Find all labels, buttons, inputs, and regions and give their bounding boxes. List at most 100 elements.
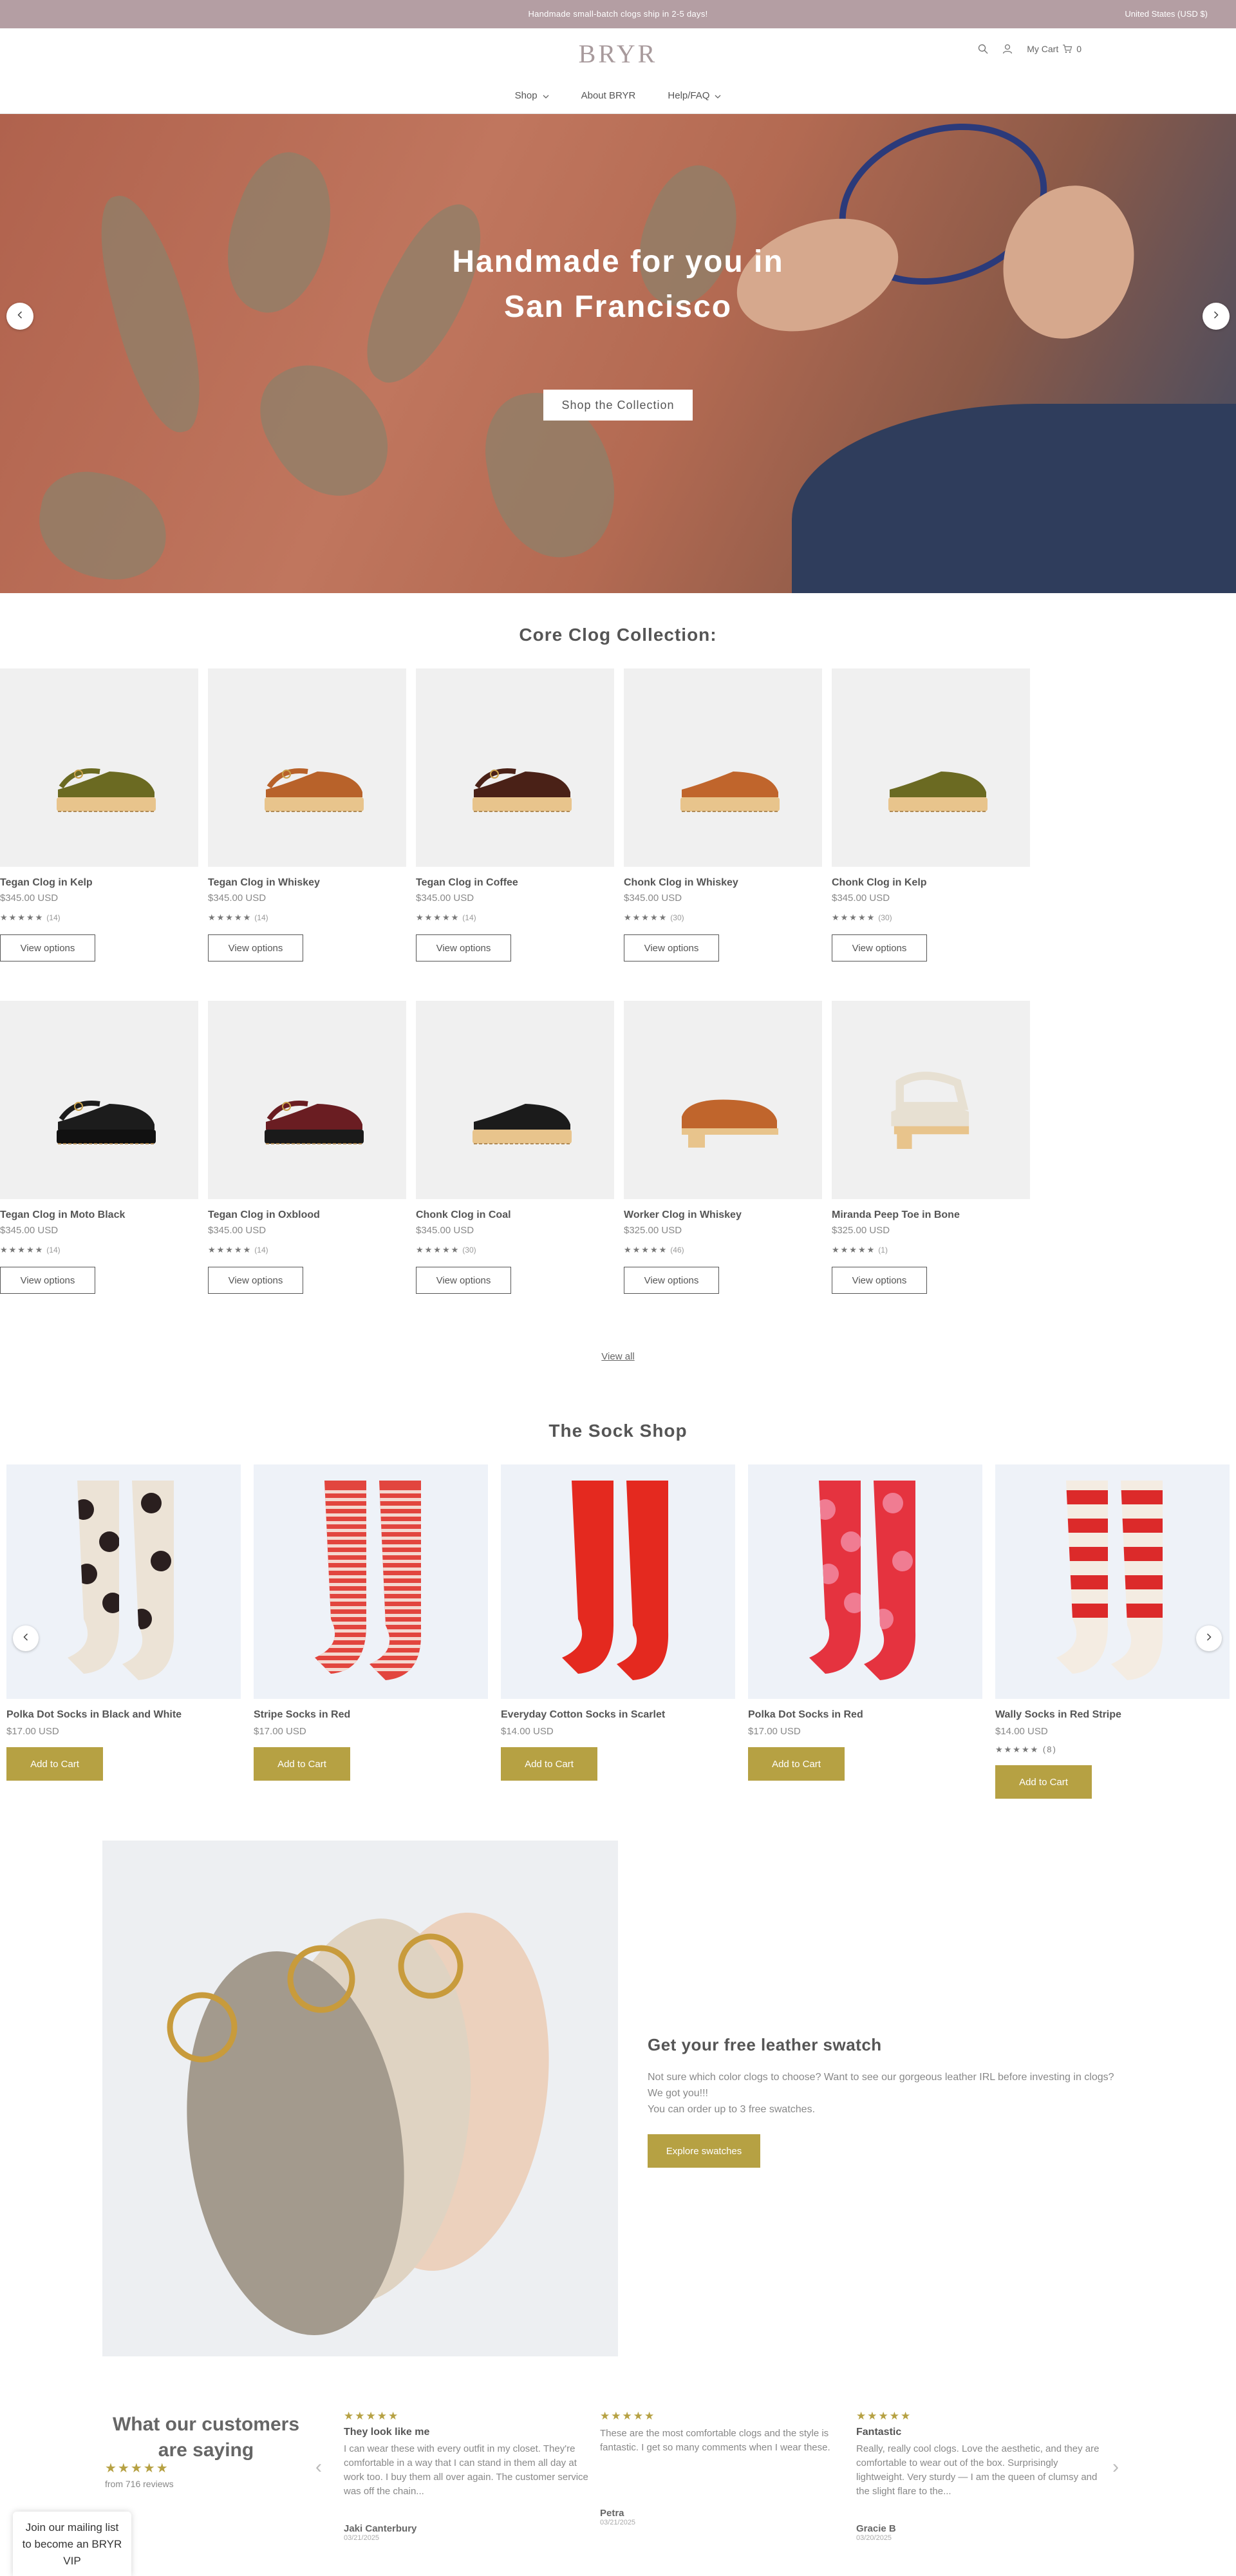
add-to-cart-button[interactable]: Add to Cart [254,1747,350,1781]
sock-name[interactable]: Stripe Socks in Red [254,1709,488,1721]
add-to-cart-button[interactable]: Add to Cart [501,1747,597,1781]
explore-swatches-button[interactable]: Explore swatches [648,2134,760,2168]
product-rating: ★★★★★ (46) [624,1245,822,1255]
cart-link[interactable]: My Cart 0 [1027,44,1082,54]
review-title: Fantastic [856,2427,902,2438]
review-count: (14) [462,913,476,922]
product-image[interactable] [832,1001,1030,1199]
sock-name[interactable]: Everyday Cotton Socks in Scarlet [501,1709,735,1721]
view-options-button[interactable]: View options [0,1267,95,1294]
product-image[interactable] [416,1001,614,1199]
product-name[interactable]: Miranda Peep Toe in Bone [832,1209,1030,1221]
mailing-list-tab[interactable]: Join our mailing list to become an BRYR … [13,2512,131,2576]
sock-card[interactable]: Polka Dot Socks in Black and White $17.0… [6,1464,241,1781]
hero-next-button[interactable] [1203,303,1230,330]
sock-image[interactable] [254,1464,488,1699]
product-name[interactable]: Tegan Clog in Whiskey [208,877,406,889]
nav-about[interactable]: About BRYR [581,90,636,101]
sock-image[interactable] [501,1464,735,1699]
nav-help[interactable]: Help/FAQ [668,90,721,101]
product-name[interactable]: Tegan Clog in Kelp [0,877,198,889]
product-image[interactable] [416,668,614,867]
review-author: Petra [600,2508,624,2519]
product-name[interactable]: Tegan Clog in Oxblood [208,1209,406,1221]
sock-card[interactable]: Wally Socks in Red Stripe $14.00 USD ★★★… [995,1464,1230,1799]
shop-collection-button[interactable]: Shop the Collection [543,390,693,421]
sock-name[interactable]: Polka Dot Socks in Red [748,1709,982,1721]
review-card: ★★★★★ They look like me I can wear these… [344,2410,588,2542]
currency-selector[interactable]: United States (USD $) [1125,9,1208,19]
account-icon[interactable] [1002,44,1013,54]
product-name[interactable]: Worker Clog in Whiskey [624,1209,822,1221]
product-card[interactable]: Worker Clog in Whiskey $325.00 USD ★★★★★… [624,1001,822,1294]
swatch-promo: Get your free leather swatch Not sure wh… [648,2035,1124,2168]
sock-card[interactable]: Stripe Socks in Red $17.00 USD Add to Ca… [254,1464,488,1781]
view-options-button[interactable]: View options [416,1267,511,1294]
product-name[interactable]: Chonk Clog in Whiskey [624,877,822,889]
add-to-cart-button[interactable]: Add to Cart [995,1765,1092,1799]
chevron-right-icon [1206,1633,1212,1644]
product-image[interactable] [624,668,822,867]
product-card[interactable]: Chonk Clog in Whiskey $345.00 USD ★★★★★(… [624,668,822,961]
product-card[interactable]: Chonk Clog in Coal $345.00 USD ★★★★★ (30)… [416,1001,614,1294]
nav-shop[interactable]: Shop [515,90,549,101]
view-options-button[interactable]: View options [0,934,95,961]
review-count: (46) [670,1245,684,1255]
rating-stars: ★★★★★ [624,913,668,922]
reviews-prev-button[interactable]: ‹ [315,2456,322,2478]
view-options-button[interactable]: View options [208,1267,303,1294]
product-image[interactable] [624,1001,822,1199]
hero-prev-button[interactable] [6,303,33,330]
product-rating: ★★★★★ (14) [208,1245,406,1255]
view-options-button[interactable]: View options [832,1267,927,1294]
search-icon[interactable] [978,44,988,54]
product-name[interactable]: Tegan Clog in Coffee [416,877,614,889]
product-image[interactable] [208,668,406,867]
rating-stars: ★★★★★ [416,913,460,922]
announcement-text: Handmade small-batch clogs ship in 2-5 d… [528,9,708,19]
product-image[interactable] [832,668,1030,867]
rating-stars: ★★★★★ [0,1245,44,1255]
sock-prev-button[interactable] [13,1625,39,1651]
sock-image[interactable] [995,1464,1230,1699]
sock-next-button[interactable] [1196,1625,1222,1651]
nav-about-label: About BRYR [581,90,636,101]
product-name[interactable]: Chonk Clog in Coal [416,1209,614,1221]
rating-stars: ★★★★★ [208,913,252,922]
product-image[interactable] [0,1001,198,1199]
rating-stars: ★★★★★ [856,2410,912,2422]
product-image[interactable] [0,668,198,867]
cart-icon [1062,44,1072,53]
product-card[interactable]: Tegan Clog in Coffee $345.00 USD ★★★★★ (1… [416,668,614,961]
view-options-button[interactable]: View options [832,934,927,961]
product-card[interactable]: Tegan Clog in Whiskey $345.00 USD ★★★★★(… [208,668,406,961]
view-options-button[interactable]: View options [624,934,719,961]
hero-banner: Handmade for you in San Francisco Shop t… [0,114,1236,593]
sock-name[interactable]: Polka Dot Socks in Black and White [6,1709,241,1721]
product-image[interactable] [208,1001,406,1199]
product-card[interactable]: Miranda Peep Toe in Bone $325.00 USD ★★★… [832,1001,1030,1294]
view-all-link[interactable]: View all [0,1351,1236,1362]
reviews-next-button[interactable]: › [1112,2456,1119,2478]
sock-card[interactable]: Polka Dot Socks in Red $17.00 USD Add to… [748,1464,982,1781]
hero-leather-cutout [30,464,176,589]
sock-card[interactable]: Everyday Cotton Socks in Scarlet $14.00 … [501,1464,735,1781]
nav-help-label: Help/FAQ [668,90,710,101]
product-card[interactable]: Chonk Clog in Kelp $345.00 USD ★★★★★ (30)… [832,668,1030,961]
view-options-button[interactable]: View options [208,934,303,961]
product-card[interactable]: Tegan Clog in Moto Black $345.00 USD ★★★… [0,1001,198,1294]
view-options-button[interactable]: View options [624,1267,719,1294]
sock-price: $17.00 USD [254,1726,306,1737]
sock-name[interactable]: Wally Socks in Red Stripe [995,1709,1230,1721]
sock-image[interactable] [6,1464,241,1699]
rating-stars: ★★★★★ [624,1245,668,1255]
product-name[interactable]: Tegan Clog in Moto Black [0,1209,198,1221]
add-to-cart-button[interactable]: Add to Cart [748,1747,845,1781]
main-nav: Shop About BRYR Help/FAQ [0,90,1236,101]
product-card[interactable]: Tegan Clog in Kelp $345.00 USD ★★★★★ (14)… [0,668,198,961]
sock-image[interactable] [748,1464,982,1699]
add-to-cart-button[interactable]: Add to Cart [6,1747,103,1781]
product-card[interactable]: Tegan Clog in Oxblood $345.00 USD ★★★★★(… [208,1001,406,1294]
product-name[interactable]: Chonk Clog in Kelp [832,877,1030,889]
view-options-button[interactable]: View options [416,934,511,961]
